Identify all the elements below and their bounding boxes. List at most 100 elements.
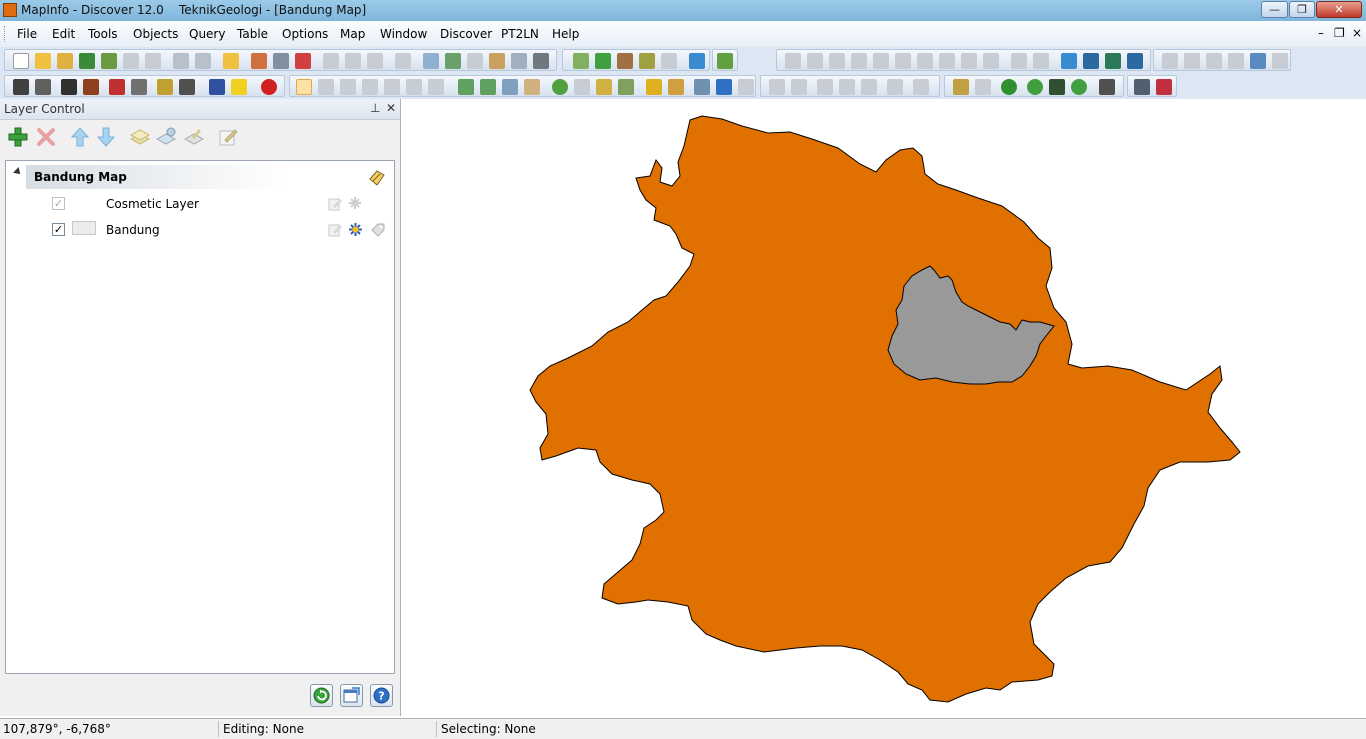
minimize-button[interactable]: — — [1261, 1, 1288, 18]
disabled-tool-icon[interactable] — [1206, 53, 1222, 69]
selecting-status[interactable]: Selecting: None — [441, 722, 536, 736]
expand-collapse-icon[interactable] — [13, 167, 23, 177]
layer-visibility-checkbox[interactable]: ✓ — [52, 197, 65, 210]
graph-window-icon[interactable] — [467, 53, 483, 69]
reshape-icon[interactable] — [1011, 53, 1027, 69]
mdi-minimize-button[interactable]: – — [1318, 26, 1324, 40]
map-window-icon[interactable] — [445, 53, 461, 69]
scale-bar-icon[interactable] — [1099, 79, 1115, 95]
radius-select-icon[interactable] — [340, 79, 356, 95]
map-window[interactable] — [402, 99, 1366, 716]
layer-options-button[interactable] — [340, 684, 363, 707]
menu-help[interactable]: Help — [552, 27, 579, 41]
open-folder-icon[interactable] — [35, 53, 51, 69]
rounded-rectangle-tool-icon[interactable] — [939, 53, 955, 69]
folder-icon[interactable] — [223, 53, 239, 69]
open-layer-icon[interactable] — [101, 53, 117, 69]
browser-window-icon[interactable] — [423, 53, 439, 69]
close-all-icon[interactable] — [1156, 79, 1172, 95]
frame-tool-icon[interactable] — [983, 53, 999, 69]
disabled-tool-icon[interactable] — [1228, 53, 1244, 69]
statistics-icon[interactable] — [716, 79, 732, 95]
pan-hand-icon[interactable] — [524, 79, 540, 95]
disabled-tool-icon[interactable] — [887, 79, 903, 95]
surface-icon[interactable] — [83, 79, 99, 95]
help-button[interactable]: ? — [370, 684, 393, 707]
label-icon[interactable] — [596, 79, 612, 95]
menu-discover[interactable]: Discover — [440, 27, 492, 41]
symbol-tool-icon[interactable] — [785, 53, 801, 69]
layout-window-icon[interactable] — [489, 53, 505, 69]
polygon-tool-icon[interactable] — [873, 53, 889, 69]
menu-objects[interactable]: Objects — [133, 27, 178, 41]
menu-pt2ln[interactable]: PT2LN — [501, 27, 539, 41]
select-arrow-icon[interactable] — [296, 79, 312, 95]
move-layer-down-icon[interactable] — [94, 125, 118, 149]
text-style-icon[interactable] — [1127, 53, 1143, 69]
drillhole-icon[interactable] — [157, 79, 173, 95]
ellipse-tool-icon[interactable] — [895, 53, 911, 69]
graphic-icon[interactable] — [209, 79, 225, 95]
layer-name[interactable]: Bandung — [106, 223, 160, 237]
ruler-icon[interactable] — [668, 79, 684, 95]
disabled-tool-icon[interactable] — [1162, 53, 1178, 69]
run-tool-icon[interactable] — [1250, 53, 1266, 69]
undo-icon[interactable] — [395, 53, 411, 69]
plus-grid-icon[interactable] — [35, 79, 51, 95]
layer-row-bandung[interactable]: ✓ Bandung — [6, 218, 394, 242]
display-options-icon[interactable] — [154, 125, 178, 149]
add-layer-icon[interactable] — [6, 125, 30, 149]
polyline-tool-icon[interactable] — [829, 53, 845, 69]
editable-pencil-icon[interactable] — [328, 222, 343, 237]
bandung-region[interactable] — [529, 115, 1241, 703]
marquee-select-icon[interactable] — [318, 79, 334, 95]
star-icon[interactable] — [231, 79, 247, 95]
redistrict-window-icon[interactable] — [511, 53, 527, 69]
map-name[interactable]: Bandung Map — [34, 170, 127, 184]
pin-icon[interactable]: ⊥ — [370, 101, 380, 115]
layer-properties-icon[interactable] — [128, 125, 152, 149]
legend-icon[interactable] — [694, 79, 710, 95]
disabled-tool-icon[interactable] — [1184, 53, 1200, 69]
editable-pencil-icon[interactable] — [328, 196, 343, 211]
menu-query[interactable]: Query — [189, 27, 225, 41]
globe-icon[interactable] — [595, 53, 611, 69]
pen-icon[interactable] — [1049, 79, 1065, 95]
label-options-icon[interactable] — [182, 125, 206, 149]
disabled-tool-icon[interactable] — [738, 79, 754, 95]
message-window-icon[interactable] — [533, 53, 549, 69]
copy-icon[interactable] — [345, 53, 361, 69]
menu-options[interactable]: Options — [282, 27, 328, 41]
hotlink-icon[interactable] — [574, 79, 590, 95]
apply-refresh-button[interactable] — [310, 684, 333, 707]
menu-map[interactable]: Map — [340, 27, 365, 41]
world-globe-icon[interactable] — [1001, 79, 1017, 95]
menu-edit[interactable]: Edit — [52, 27, 75, 41]
menu-tools[interactable]: Tools — [88, 27, 118, 41]
text-query-icon[interactable] — [109, 79, 125, 95]
layer-name[interactable]: Cosmetic Layer — [106, 197, 199, 211]
unselect-icon[interactable] — [406, 79, 422, 95]
menu-table[interactable]: Table — [237, 27, 268, 41]
survey-icon[interactable] — [639, 53, 655, 69]
line-tool-icon[interactable] — [807, 53, 823, 69]
zoom-out-icon[interactable] — [480, 79, 496, 95]
disabled-tool-icon[interactable] — [769, 79, 785, 95]
paste-icon[interactable] — [367, 53, 383, 69]
cut-icon[interactable] — [323, 53, 339, 69]
edit-layer-icon[interactable] — [216, 125, 240, 149]
section-icon[interactable] — [131, 79, 147, 95]
disabled-tool-icon[interactable] — [817, 79, 833, 95]
remove-layer-icon[interactable] — [34, 125, 58, 149]
invert-select-icon[interactable] — [428, 79, 444, 95]
boundary-select-icon[interactable] — [384, 79, 400, 95]
open-tab-icon[interactable] — [573, 53, 589, 69]
layer-row-cosmetic[interactable]: ✓ Cosmetic Layer — [6, 192, 394, 216]
grid-globe-icon[interactable] — [1027, 79, 1043, 95]
layer-visibility-checkbox[interactable]: ✓ — [52, 223, 65, 236]
close-button[interactable]: ✕ — [1316, 1, 1362, 18]
polygon-select-icon[interactable] — [362, 79, 378, 95]
disabled-tool-icon[interactable] — [975, 79, 991, 95]
text-tool-icon[interactable] — [961, 53, 977, 69]
stop-icon[interactable] — [261, 79, 277, 95]
